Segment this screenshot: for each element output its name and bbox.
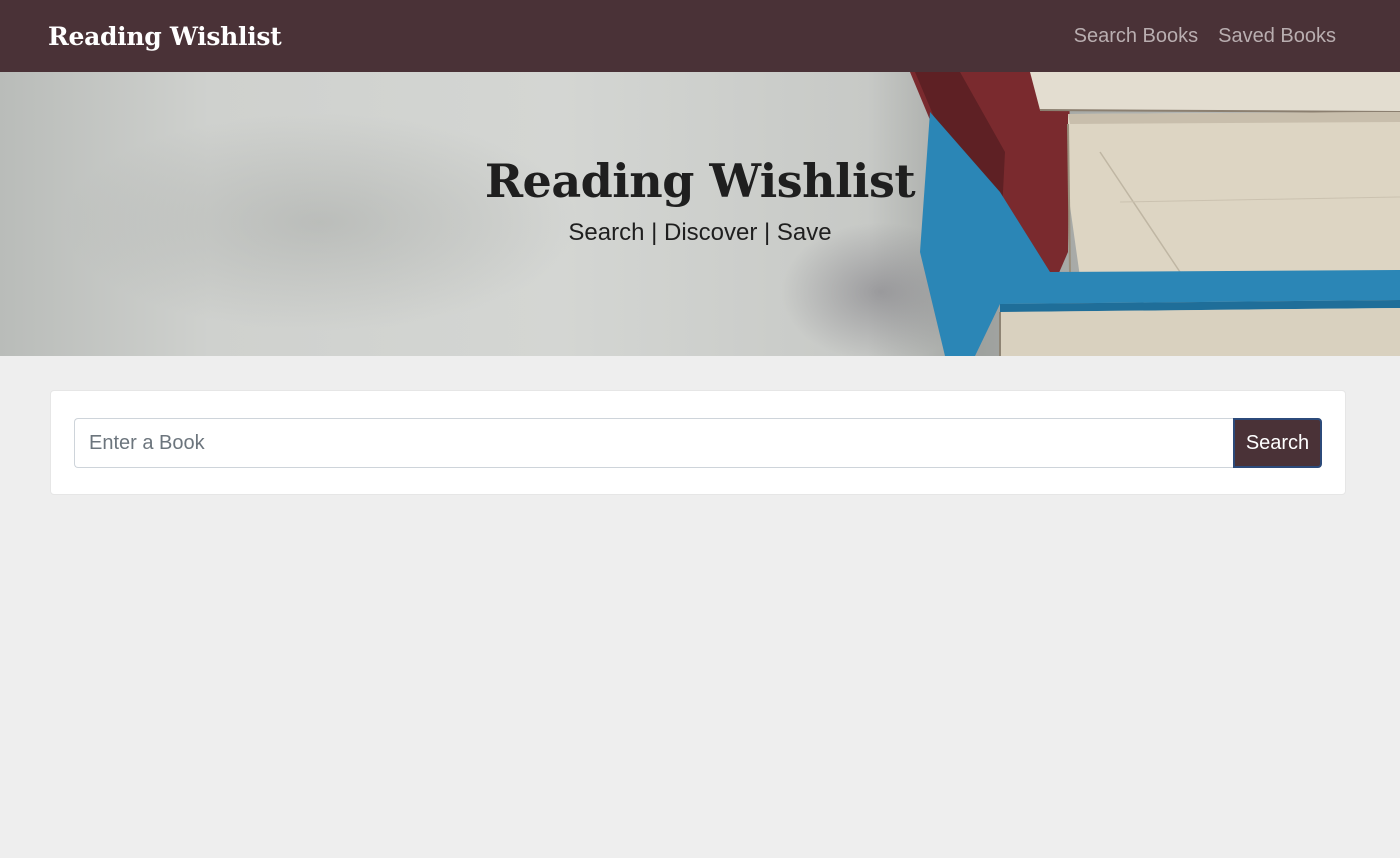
nav-search-books-link[interactable]: Search Books <box>1074 25 1199 48</box>
search-form: Search <box>74 418 1322 468</box>
search-button[interactable]: Search <box>1233 418 1322 468</box>
nav-saved-books-link[interactable]: Saved Books <box>1218 25 1336 48</box>
hero-subtitle: Search | Discover | Save <box>568 218 832 246</box>
book-search-input[interactable] <box>74 418 1233 468</box>
hero-content: Reading Wishlist Search | Discover | Sav… <box>0 72 1400 356</box>
search-card: Search <box>50 390 1346 495</box>
brand-link[interactable]: Reading Wishlist <box>48 22 282 51</box>
hero-title: Reading Wishlist <box>484 154 916 208</box>
navbar: Reading Wishlist Search Books Saved Book… <box>0 0 1400 72</box>
nav-links: Search Books Saved Books <box>1074 25 1336 48</box>
hero-banner: Reading Wishlist Search | Discover | Sav… <box>0 72 1400 356</box>
